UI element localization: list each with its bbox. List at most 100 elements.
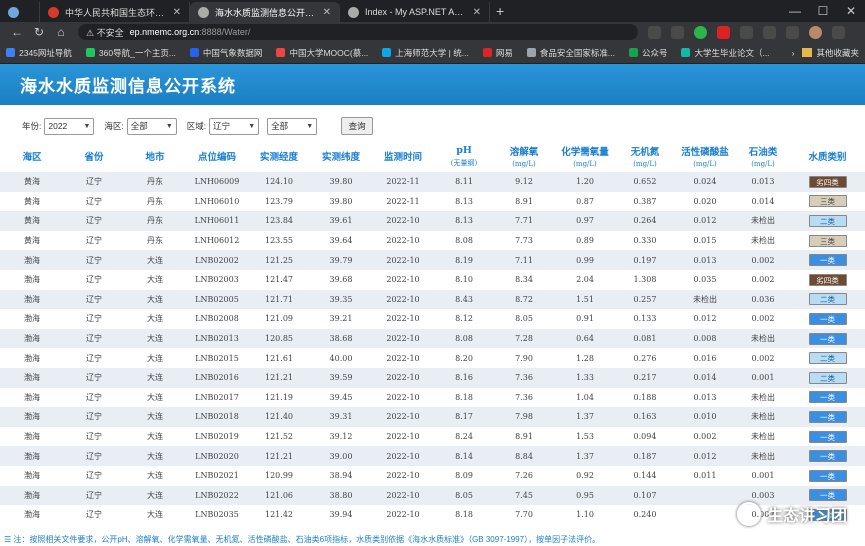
table-cell: 0.015 xyxy=(674,230,736,251)
table-cell: 辽宁 xyxy=(64,505,124,525)
table-cell: 1.33 xyxy=(554,367,616,388)
bookmark-item[interactable]: 大学生毕业论文（... xyxy=(681,47,770,59)
table-cell: LNB02019 xyxy=(186,426,248,447)
table-cell: 0.91 xyxy=(554,309,616,329)
web-page: 海水水质监测信息公开系统 年份: 2022 ▼ 海区: 全部 ▼ 区域: 辽宁 ▼ 全… xyxy=(0,64,865,546)
table-cell: 2.04 xyxy=(554,269,616,290)
table-cell: 0.97 xyxy=(554,211,616,231)
table-cell: 39.21 xyxy=(310,309,372,329)
table-cell: 0.107 xyxy=(616,485,674,506)
table-row: 渤海 辽宁 大连 LNB02002 121.25 39.79 2022-10 8.19 7.11… xyxy=(0,250,865,270)
water-quality-badge: 一类 xyxy=(808,469,847,482)
back-icon[interactable]: ← xyxy=(6,25,28,39)
tab-actions[interactable] xyxy=(0,2,40,22)
table-cell: 8.34 xyxy=(494,269,554,290)
pdf-extension-icon[interactable] xyxy=(717,25,730,39)
table-cell: 0.016 xyxy=(674,348,736,368)
region-label: 区域: xyxy=(186,121,207,131)
table-cell: 未检出 xyxy=(674,289,736,310)
table-cell: LNB02005 xyxy=(186,289,248,310)
table-cell: 121.40 xyxy=(248,407,310,427)
table-cell: 渤海 xyxy=(0,465,64,486)
table-cell: 辽宁 xyxy=(64,348,124,368)
bookmark-item[interactable]: 360导航_一个主页... xyxy=(85,47,176,59)
table-cell: 辽宁 xyxy=(64,465,124,486)
table-cell: 39.45 xyxy=(310,387,372,408)
table-cell: 0.330 xyxy=(616,230,674,251)
extensions-icon[interactable] xyxy=(740,25,753,39)
year-select[interactable]: 2022 ▼ xyxy=(44,117,95,135)
address-bar[interactable]: ⚠ 不安全 ep.nmemc.org.cn:8888/Water/ xyxy=(78,24,638,40)
water-quality-badge: 一类 xyxy=(808,332,847,345)
bookmark-item[interactable]: 食品安全国家标准... xyxy=(526,47,615,59)
region-select[interactable]: 辽宁 ▼ xyxy=(209,117,260,135)
not-secure-indicator[interactable]: ⚠ 不安全 xyxy=(86,26,124,39)
table-cell: 8.84 xyxy=(494,446,554,466)
table-cell: 0.92 xyxy=(554,465,616,486)
table-row: 渤海 辽宁 大连 LNB02018 121.40 39.31 2022-10 8.17 7.98… xyxy=(0,407,865,427)
bookmark-item[interactable]: 中国大学MOOC(慕... xyxy=(276,47,368,59)
table-cell: 7.90 xyxy=(494,348,554,368)
table-cell: 大连 xyxy=(124,328,186,349)
read-aloud-icon[interactable] xyxy=(648,25,661,39)
query-button[interactable]: 查询 xyxy=(341,117,374,135)
reload-icon[interactable]: ↻ xyxy=(28,25,50,39)
maximize-icon[interactable]: ☐ xyxy=(809,4,837,18)
table-cell: LNB02008 xyxy=(186,309,248,329)
browser-tab[interactable]: 中华人民共和国生态环境部 ✕ xyxy=(40,2,190,22)
profile-avatar[interactable] xyxy=(809,25,822,39)
browser-tab[interactable]: 海水水质监测信息公开系统 ✕ xyxy=(190,2,340,22)
table-cell: 未检出 xyxy=(736,211,790,231)
table-cell: 120.85 xyxy=(248,328,310,349)
column-header: 无机氮 (mg/L) xyxy=(616,140,674,172)
table-cell: 2022-10 xyxy=(372,328,434,349)
minimize-icon[interactable]: — xyxy=(781,4,809,18)
subregion-select[interactable]: 全部 ▼ xyxy=(267,117,318,135)
column-header: 水质类别 xyxy=(790,140,865,172)
column-unit: (mg/L) xyxy=(633,160,657,168)
browser-toolbar: ← ↻ ⌂ ⚠ 不安全 ep.nmemc.org.cn:8888/Water/ xyxy=(0,22,865,42)
column-header: 海区 xyxy=(0,140,64,172)
chevron-right-icon[interactable]: › xyxy=(792,48,795,58)
close-icon[interactable]: ✕ xyxy=(173,7,181,18)
water-quality-badge: 一类 xyxy=(808,430,847,443)
table-cell: 8.19 xyxy=(434,250,494,270)
favorite-star-icon[interactable] xyxy=(671,25,684,39)
table-cell: 8.05 xyxy=(434,485,494,506)
other-bookmarks-folder[interactable]: › 其他收藏夹 xyxy=(792,47,859,59)
collections-icon[interactable] xyxy=(786,25,799,39)
bookmark-item[interactable]: 2345网址导航 xyxy=(6,47,72,59)
table-cell: 1.37 xyxy=(554,407,616,427)
table-cell: 121.52 xyxy=(248,426,310,447)
table-cell: 0.387 xyxy=(616,191,674,212)
water-quality-badge: 三类 xyxy=(808,195,847,208)
table-cell: 0.652 xyxy=(616,172,674,192)
table-cell: 大连 xyxy=(124,407,186,427)
table-cell: 渤海 xyxy=(0,250,64,270)
home-icon[interactable]: ⌂ xyxy=(50,25,72,39)
new-tab-button[interactable]: + xyxy=(496,3,504,19)
extensions-area xyxy=(648,25,845,39)
wechat-logo-icon xyxy=(736,502,761,526)
table-row: 渤海 辽宁 大连 LNB02021 120.99 38.94 2022-10 8.09 7.26… xyxy=(0,465,865,486)
column-unit: (mg/L) xyxy=(512,160,536,168)
more-menu-icon[interactable] xyxy=(832,25,845,39)
close-icon[interactable]: ✕ xyxy=(473,7,481,18)
table-cell: LNH06011 xyxy=(186,211,248,231)
close-icon[interactable]: ✕ xyxy=(323,7,331,18)
bookmark-item[interactable]: 上海师范大学 | 统... xyxy=(382,47,469,59)
table-cell: 0.002 xyxy=(736,348,790,368)
table-cell: 辽宁 xyxy=(64,309,124,329)
table-cell: LNH06010 xyxy=(186,191,248,212)
bookmark-item[interactable]: 中国气象数据网 xyxy=(189,47,262,59)
bookmark-item[interactable]: 网易 xyxy=(482,47,513,59)
table-cell: 121.21 xyxy=(248,446,310,466)
bookmark-item[interactable]: 公众号 xyxy=(628,47,667,59)
table-row: 渤海 辽宁 大连 LNB02016 121.21 39.59 2022-10 8.16 7.36… xyxy=(0,367,865,388)
column-title: 水质类别 xyxy=(808,152,847,163)
close-window-icon[interactable]: ✕ xyxy=(837,4,865,18)
sea-select[interactable]: 全部 ▼ xyxy=(126,117,177,135)
grammarly-extension-icon[interactable] xyxy=(694,25,707,39)
browser-tab[interactable]: Index - My ASP.NET Application ✕ xyxy=(340,2,490,22)
favorites-icon[interactable] xyxy=(763,25,776,39)
